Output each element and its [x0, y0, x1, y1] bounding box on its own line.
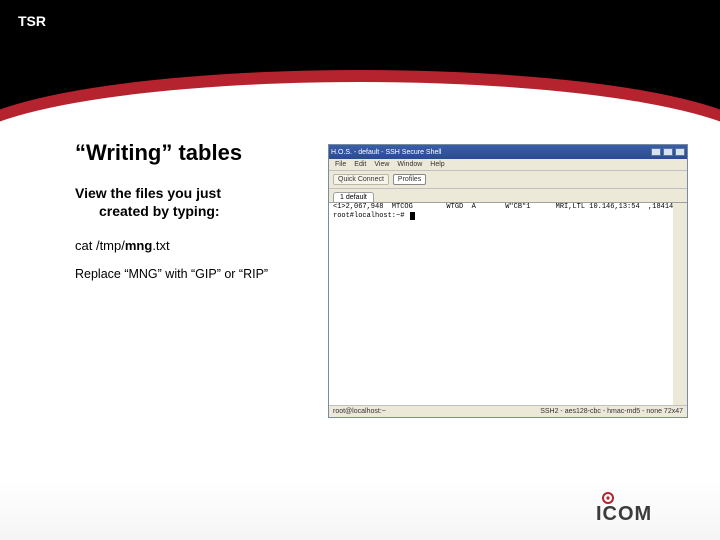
cmd-bold: mng — [125, 238, 152, 253]
status-left: root@localhost:~ — [333, 408, 386, 415]
toolbar: Quick Connect Profiles — [329, 171, 687, 189]
top-bar-label: TSR — [18, 13, 46, 29]
slide-heading: “Writing” tables — [75, 140, 315, 166]
top-bar: TSR — [0, 0, 720, 42]
window-buttons — [651, 148, 685, 156]
menu-edit[interactable]: Edit — [354, 161, 366, 168]
command-text: cat /tmp/mng.txt — [75, 238, 315, 253]
terminal-output-line: <1>2,067,948 MTCOG WTGD A W"CB"1 MRI,LTL… — [329, 203, 673, 212]
status-right: SSH2 - aes128-cbc - hmac-md5 - none 72x4… — [540, 408, 683, 415]
brand-logo: ICOM — [596, 490, 692, 524]
menu-view[interactable]: View — [374, 161, 389, 168]
window-titlebar: H.O.S. - default - SSH Secure Shell — [329, 145, 687, 159]
quick-connect-button[interactable]: Quick Connect — [333, 174, 389, 185]
terminal-prompt-line: root#localhost:~# — [329, 212, 673, 221]
maximize-button[interactable] — [663, 148, 673, 156]
tab-strip: 1 default — [329, 189, 687, 203]
slide-text-block: “Writing” tables View the files you just… — [75, 140, 315, 281]
menu-help[interactable]: Help — [430, 161, 444, 168]
minimize-button[interactable] — [651, 148, 661, 156]
cmd-suffix: .txt — [152, 238, 169, 253]
terminal-screenshot: H.O.S. - default - SSH Secure Shell File… — [328, 144, 688, 418]
terminal-body[interactable]: <1>2,067,948 MTCOG WTGD A W"CB"1 MRI,LTL… — [329, 203, 687, 405]
header-curve — [0, 42, 720, 122]
close-button[interactable] — [675, 148, 685, 156]
replace-note: Replace “MNG” with “GIP” or “RIP” — [75, 267, 315, 281]
menu-window[interactable]: Window — [397, 161, 422, 168]
menu-file[interactable]: File — [335, 161, 346, 168]
scrollbar-thumb[interactable] — [674, 205, 686, 223]
window-title: H.O.S. - default - SSH Secure Shell — [331, 149, 442, 156]
menu-bar: File Edit View Window Help — [329, 159, 687, 171]
slide-subheading: View the files you just created by typin… — [75, 184, 315, 220]
sub-line-2: created by typing: — [75, 202, 315, 220]
profiles-button[interactable]: Profiles — [393, 174, 426, 185]
svg-text:ICOM: ICOM — [596, 503, 652, 524]
icom-logo-icon: ICOM — [596, 490, 692, 524]
sub-line-1: View the files you just — [75, 185, 221, 201]
tab-default[interactable]: 1 default — [333, 192, 374, 202]
status-bar: root@localhost:~ SSH2 - aes128-cbc - hma… — [329, 405, 687, 417]
cmd-prefix: cat /tmp/ — [75, 238, 125, 253]
